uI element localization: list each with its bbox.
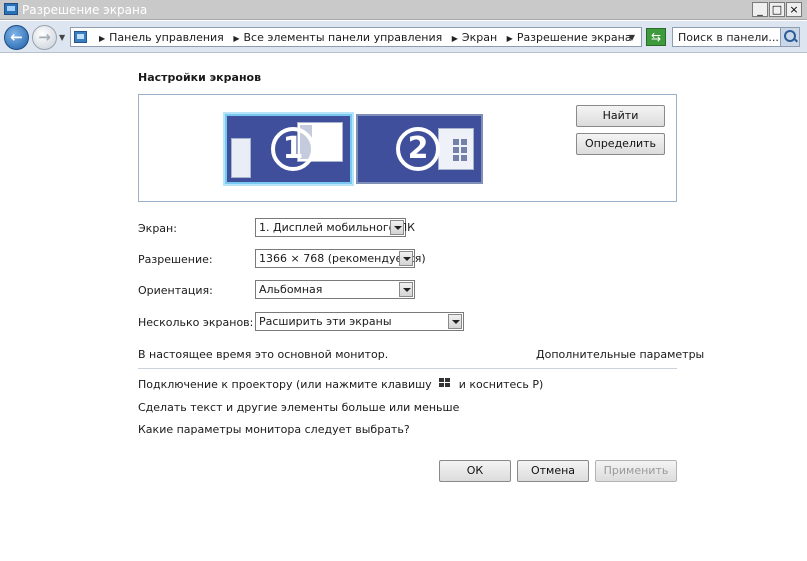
cancel-button[interactable]: Отмена — [517, 460, 589, 482]
find-button[interactable]: Найти — [576, 105, 665, 127]
page-title: Настройки экранов — [138, 71, 262, 84]
title-bar: Разрешение экрана _ □ × — [0, 0, 807, 20]
search-input[interactable]: Поиск в панели... — [672, 27, 800, 47]
orientation-select-value: Альбомная — [259, 283, 323, 296]
recent-pages-dropdown-icon[interactable]: ▼ — [59, 33, 65, 42]
chevron-down-icon[interactable] — [448, 314, 462, 329]
monitor-1[interactable]: 1 — [225, 114, 352, 184]
address-bar: ← → ▼ ▶ Панель управления ▶ Все элементы п… — [0, 21, 807, 53]
monitor-number: 1 — [271, 127, 315, 171]
forward-arrow-icon[interactable]: → — [32, 25, 57, 50]
monitor-number: 2 — [396, 127, 440, 171]
chevron-right-icon[interactable]: ▶ — [233, 34, 239, 43]
breadcrumb-control-panel[interactable]: Панель управления — [109, 31, 224, 44]
advanced-settings-link[interactable]: Дополнительные параметры — [536, 348, 704, 361]
grid-thumbnail — [438, 128, 474, 170]
chevron-down-icon[interactable] — [399, 251, 413, 266]
breadcrumb[interactable]: ▶ Панель управления ▶ Все элементы панели … — [70, 27, 642, 47]
control-panel-icon — [74, 31, 87, 43]
maximize-button[interactable]: □ — [769, 2, 785, 17]
breadcrumb-all-items[interactable]: Все элементы панели управления — [243, 31, 442, 44]
monitor-preview: 1 2 Найти Определить — [138, 94, 677, 202]
chevron-right-icon[interactable]: ▶ — [99, 34, 105, 43]
display-select[interactable]: 1. Дисплей мобильного ПК — [255, 218, 415, 237]
refresh-button[interactable]: ⇆ — [646, 28, 666, 46]
resolution-label: Разрешение: — [138, 253, 213, 266]
chevron-right-icon[interactable]: ▶ — [452, 34, 458, 43]
resolution-select[interactable]: 1366 × 768 (рекомендуется) — [255, 249, 426, 268]
help-link[interactable]: Какие параметры монитора следует выбрать… — [138, 423, 410, 436]
text-size-link[interactable]: Сделать текст и другие элементы больше и… — [138, 401, 459, 414]
search-icon[interactable] — [780, 28, 799, 46]
display-label: Экран: — [138, 222, 177, 235]
projector-link[interactable]: Подключение к проектору (или нажмите кла… — [138, 378, 543, 391]
orientation-select[interactable]: Альбомная — [255, 280, 415, 299]
breadcrumb-screen-resolution[interactable]: Разрешение экрана — [517, 31, 632, 44]
identify-button[interactable]: Определить — [576, 133, 665, 155]
divider — [138, 368, 677, 369]
multiple-displays-select[interactable]: Расширить эти экраны — [255, 312, 464, 331]
chevron-down-icon[interactable]: ▼ — [629, 33, 635, 42]
window-title: Разрешение экрана — [22, 3, 148, 17]
multiple-displays-select-value: Расширить эти экраны — [259, 315, 392, 328]
projector-link-text: Подключение к проектору (или нажмите кла… — [138, 378, 432, 391]
monitor-2[interactable]: 2 — [356, 114, 483, 184]
back-arrow-icon[interactable]: ← — [4, 25, 29, 50]
chevron-down-icon[interactable] — [399, 282, 413, 297]
chevron-down-icon[interactable] — [390, 220, 404, 235]
chevron-right-icon[interactable]: ▶ — [507, 34, 513, 43]
ok-button[interactable]: ОК — [439, 460, 511, 482]
apply-button[interactable]: Применить — [595, 460, 677, 482]
display-app-icon — [4, 3, 18, 15]
orientation-label: Ориентация: — [138, 284, 213, 297]
windows-key-icon — [439, 378, 451, 389]
multiple-displays-label: Несколько экранов: — [138, 316, 254, 329]
search-placeholder: Поиск в панели... — [678, 31, 779, 44]
window-thumbnail — [231, 138, 251, 178]
status-text: В настоящее время это основной монитор. — [138, 348, 389, 361]
close-button[interactable]: × — [786, 2, 802, 17]
breadcrumb-display[interactable]: Экран — [462, 31, 497, 44]
minimize-button[interactable]: _ — [752, 2, 768, 17]
projector-link-text-end: и коснитесь P) — [458, 378, 544, 391]
